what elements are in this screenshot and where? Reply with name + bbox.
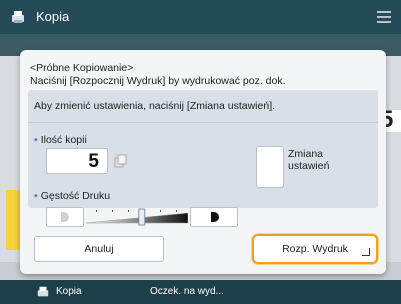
status-bar: Kopia Oczek. na wyd... <box>0 280 401 304</box>
copies-label: • Ilość kopii <box>34 134 87 146</box>
info-text: Aby zmienić ustawienia, naciśnij [Zmiana… <box>34 100 276 112</box>
bullet-icon: • <box>34 134 38 146</box>
density-lighter-button[interactable] <box>46 207 84 227</box>
start-print-label: Rozp. Wydruk <box>282 243 348 255</box>
menu-icon[interactable] <box>377 11 391 23</box>
copies-field[interactable]: 5 <box>46 148 108 174</box>
divider <box>28 122 378 123</box>
corner-arrow-icon <box>362 248 370 256</box>
status-message: Oczek. na wyd... <box>150 286 224 297</box>
copier-icon <box>37 286 49 297</box>
bullet-icon: • <box>34 190 38 202</box>
message-instruction: Naciśnij [Rozpocznij Wydruk] by wydrukow… <box>30 75 286 87</box>
status-app-title: Kopia <box>56 286 82 297</box>
half-circle-light-icon <box>61 212 69 222</box>
copier-icon <box>12 11 24 23</box>
cancel-button[interactable]: Anuluj <box>34 236 164 262</box>
dialog-message: <Próbne Kopiowanie> Naciśnij [Rozpocznij… <box>30 62 370 88</box>
copies-stack-icon <box>114 154 127 168</box>
trial-copy-dialog: <Próbne Kopiowanie> Naciśnij [Rozpocznij… <box>20 50 386 274</box>
message-title: <Próbne Kopiowanie> <box>30 62 134 74</box>
top-bar: Kopia <box>0 0 401 34</box>
copies-value: 5 <box>88 151 99 172</box>
density-label: • Gęstość Druku <box>34 190 111 202</box>
app-title: Kopia <box>36 9 70 24</box>
change-settings-label[interactable]: Zmiana ustawień <box>288 148 329 172</box>
density-slider-thumb <box>138 208 146 226</box>
density-slider[interactable] <box>86 207 188 227</box>
start-print-button[interactable]: Rozp. Wydruk <box>252 234 378 264</box>
density-darker-button[interactable] <box>190 207 238 227</box>
half-circle-dark-icon <box>211 212 219 222</box>
change-settings-button[interactable] <box>256 146 284 188</box>
